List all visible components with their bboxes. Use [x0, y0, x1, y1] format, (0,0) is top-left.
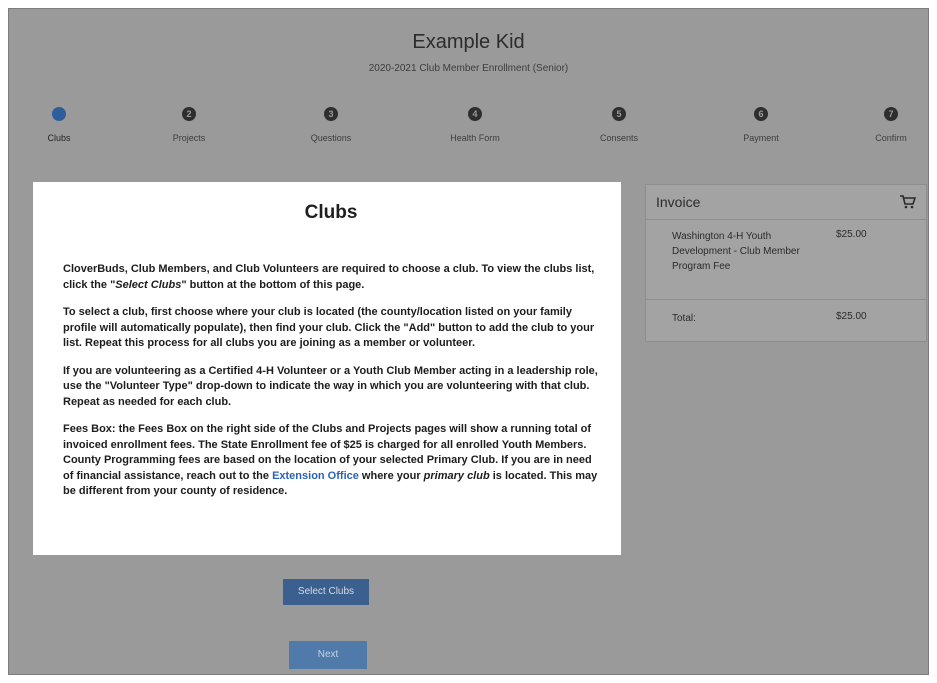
step-label: Confirm	[875, 133, 907, 143]
step-circle: 4	[468, 107, 482, 121]
modal-paragraph-intro: CloverBuds, Club Members, and Club Volun…	[63, 262, 599, 293]
modal-text: " button at the bottom of this page.	[181, 278, 365, 291]
step-health-form[interactable]: 4 Health Form	[425, 107, 525, 143]
invoice-panel: Invoice Washington 4-H Youth Development…	[645, 184, 927, 342]
step-circle: 7	[884, 107, 898, 121]
step-circle: 6	[754, 107, 768, 121]
step-confirm[interactable]: 7 Confirm	[841, 107, 928, 143]
cart-icon	[900, 195, 916, 209]
modal-paragraph-select: To select a club, first choose where you…	[63, 306, 595, 349]
step-label: Health Form	[450, 133, 500, 143]
step-projects[interactable]: 2 Projects	[139, 107, 239, 143]
modal-title: Clubs	[304, 202, 358, 223]
extension-office-link[interactable]: Extension Office	[272, 470, 359, 482]
invoice-title: Invoice	[656, 194, 701, 210]
invoice-total-value: $25.00	[836, 311, 867, 322]
student-name: Example Kid	[412, 31, 525, 53]
step-label: Questions	[310, 133, 352, 143]
step-clubs[interactable]: 1 Clubs	[9, 107, 109, 143]
select-clubs-button[interactable]: Select Clubs	[283, 579, 369, 605]
step-label: Payment	[743, 133, 779, 143]
invoice-item-price: $25.00	[836, 229, 867, 240]
invoice-total-label: Total:	[672, 313, 696, 324]
enrollment-subtitle: 2020-2021 Club Member Enrollment (Senior…	[368, 63, 569, 74]
step-label: Consents	[599, 133, 639, 143]
step-label: Projects	[172, 133, 206, 143]
next-button[interactable]: Next	[289, 641, 367, 669]
step-label: Clubs	[47, 133, 71, 143]
step-payment[interactable]: 6 Payment	[711, 107, 811, 143]
step-circle: 5	[612, 107, 626, 121]
modal-paragraph-volunteer: If you are volunteering as a Certified 4…	[63, 364, 598, 408]
step-consents[interactable]: 5 Consents	[569, 107, 669, 143]
step-circle: 2	[182, 107, 196, 121]
clubs-help-modal: Clubs CloverBuds, Club Members, and Club…	[33, 182, 621, 555]
modal-paragraph-fees: Fees Box: the Fees Box on the right side…	[63, 422, 599, 500]
invoice-header: Invoice	[646, 185, 926, 220]
step-questions[interactable]: 3 Questions	[281, 107, 381, 143]
invoice-item-name: Washington 4-H Youth Development - Club …	[672, 231, 800, 272]
modal-text-emphasis: Select Clubs	[115, 278, 182, 291]
invoice-divider	[646, 299, 926, 300]
modal-text-emphasis: primary club	[423, 469, 490, 482]
enrollment-stepper: 1 Clubs 2 Projects 3 Questions 4 Health …	[9, 107, 928, 157]
modal-text: where your	[358, 469, 424, 482]
step-circle: 3	[324, 107, 338, 121]
step-circle: 1	[52, 107, 66, 121]
